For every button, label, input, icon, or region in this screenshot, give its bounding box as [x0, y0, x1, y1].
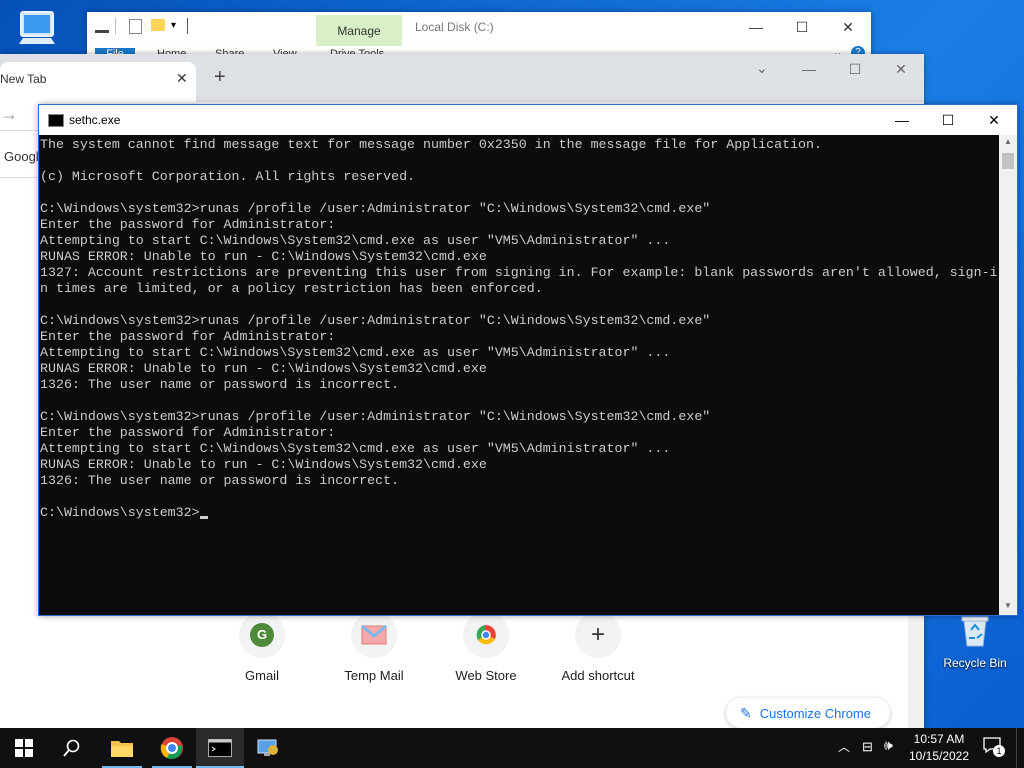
customize-chrome-label: Customize Chrome: [759, 705, 871, 721]
shortcut-label: Temp Mail: [344, 668, 404, 683]
console-line: RUNAS ERROR: Unable to run - C:\Windows\…: [40, 457, 487, 472]
folder-icon: [111, 741, 133, 757]
add-shortcut-plus-icon: +: [590, 621, 605, 648]
console-line: RUNAS ERROR: Unable to run - C:\Windows\…: [40, 361, 487, 376]
cmd-minimize-button[interactable]: —: [879, 105, 925, 135]
chrome-tab-title: New Tab: [0, 72, 47, 86]
search-icon: [63, 739, 80, 757]
clock-date: 10/15/2022: [908, 749, 970, 763]
console-line: Attempting to start C:\Windows\System32\…: [40, 441, 671, 456]
cmd-app-icon: [48, 114, 64, 127]
shortcut-add[interactable]: + Add shortcut: [542, 612, 654, 683]
gmail-avatar-icon: G: [250, 623, 274, 647]
shortcut-gmail[interactable]: G Gmail: [206, 612, 318, 683]
explorer-maximize-button[interactable]: ☐: [779, 12, 825, 42]
cmd-title-bar[interactable]: sethc.exe — ☐ ✕: [39, 105, 1017, 135]
computer-icon: [19, 11, 55, 44]
cmd-close-button[interactable]: ✕: [971, 105, 1017, 135]
console-line: C:\Windows\system32>runas /profile /user…: [40, 201, 711, 216]
recycle-bin-icon: [961, 616, 989, 647]
chrome-close-button[interactable]: ✕: [878, 54, 924, 84]
properties-icon[interactable]: [129, 19, 142, 34]
taskbar-network-app[interactable]: [244, 728, 292, 768]
console-line: 1327: Account restrictions are preventin…: [40, 265, 998, 280]
console-line: Attempting to start C:\Windows\System32\…: [40, 345, 671, 360]
this-pc-desktop-icon[interactable]: [12, 8, 62, 54]
shortcut-label: Add shortcut: [561, 668, 635, 683]
command-prompt-icon: [208, 739, 232, 757]
cmd-maximize-button[interactable]: ☐: [925, 105, 971, 135]
google-label: Googl: [4, 149, 39, 164]
cmd-scrollbar[interactable]: ▲ ▼: [999, 135, 1017, 615]
show-desktop-button[interactable]: [1016, 728, 1024, 768]
search-button[interactable]: [48, 728, 96, 768]
tab-search-chevron-icon[interactable]: ⌄: [756, 60, 768, 77]
console-line: The system cannot find message text for …: [40, 137, 822, 152]
scroll-down-arrow-icon[interactable]: ▼: [1004, 601, 1012, 610]
manage-tab[interactable]: Manage: [316, 15, 402, 47]
console-line: Enter the password for Administrator:: [40, 329, 336, 344]
drive-icon: [95, 20, 109, 33]
shortcut-label: Web Store: [455, 668, 517, 683]
console-line: 1326: The user name or password is incor…: [40, 377, 400, 392]
show-hidden-icons-chevron-icon[interactable]: ︿: [838, 738, 850, 755]
chrome-icon: [160, 737, 183, 759]
notification-count-badge: 1: [993, 745, 1005, 757]
recycle-bin-label: Recycle Bin: [943, 656, 1007, 670]
folder-icon[interactable]: [151, 19, 165, 31]
cmd-title: sethc.exe: [69, 113, 121, 127]
scroll-up-arrow-icon[interactable]: ▲: [1004, 137, 1012, 146]
start-button[interactable]: [0, 728, 48, 768]
recycle-bin-desktop-icon[interactable]: Recycle Bin: [936, 612, 1014, 670]
explorer-minimize-button[interactable]: —: [733, 12, 779, 42]
console-line: Enter the password for Administrator:: [40, 425, 336, 440]
console-line: RUNAS ERROR: Unable to run - C:\Windows\…: [40, 249, 487, 264]
explorer-close-button[interactable]: ✕: [825, 12, 871, 42]
cmd-output[interactable]: The system cannot find message text for …: [40, 137, 998, 615]
windows-logo-icon: [15, 739, 33, 757]
console-line: Attempting to start C:\Windows\System32\…: [40, 233, 671, 248]
shortcut-label: Gmail: [245, 668, 279, 683]
chrome-minimize-button[interactable]: —: [786, 54, 832, 84]
quick-access-dropdown-icon[interactable]: ▾: [171, 20, 176, 31]
console-line: (c) Microsoft Corporation. All rights re…: [40, 169, 416, 184]
taskbar-file-explorer[interactable]: [98, 728, 146, 768]
taskbar-cmd[interactable]: [196, 728, 244, 768]
mail-envelope-icon: [361, 625, 387, 645]
explorer-title: Local Disk (C:): [415, 20, 494, 34]
shortcut-temp-mail[interactable]: Temp Mail: [318, 612, 430, 683]
chrome-maximize-button[interactable]: ☐: [832, 54, 878, 84]
taskbar-clock[interactable]: 10:57 AM 10/15/2022: [904, 731, 974, 765]
network-settings-icon: [257, 739, 278, 756]
volume-icon[interactable]: 🕪: [884, 737, 893, 754]
clock-time: 10:57 AM: [913, 732, 965, 746]
network-status-icon[interactable]: ⊟: [862, 739, 873, 755]
action-center-button[interactable]: 1: [982, 736, 1005, 758]
text-cursor: [199, 516, 208, 519]
console-line: C:\Windows\system32>runas /profile /user…: [40, 409, 711, 424]
prompt-text: C:\Windows\system32>: [40, 505, 200, 520]
chrome-tab-new-tab[interactable]: New Tab ✕: [0, 62, 196, 102]
close-tab-icon[interactable]: ✕: [176, 70, 188, 87]
cmd-scrollbar-thumb[interactable]: [1002, 153, 1014, 169]
taskbar-chrome[interactable]: [148, 728, 196, 768]
console-line: C:\Windows\system32>runas /profile /user…: [40, 313, 711, 328]
new-tab-plus-icon[interactable]: +: [214, 66, 226, 89]
console-line: 1326: The user name or password is incor…: [40, 473, 400, 488]
console-line: Enter the password for Administrator:: [40, 217, 336, 232]
web-store-icon: [476, 625, 496, 645]
console-prompt[interactable]: C:\Windows\system32>: [40, 505, 998, 521]
forward-arrow-icon[interactable]: →: [0, 104, 18, 125]
cmd-window[interactable]: sethc.exe — ☐ ✕ The system cannot find m…: [38, 104, 1018, 616]
customize-chrome-button[interactable]: ✎ Customize Chrome: [726, 698, 890, 728]
console-line: n times are limited, or a policy restric…: [40, 281, 543, 296]
pencil-icon: ✎: [740, 704, 752, 721]
shortcut-web-store[interactable]: Web Store: [430, 612, 542, 683]
